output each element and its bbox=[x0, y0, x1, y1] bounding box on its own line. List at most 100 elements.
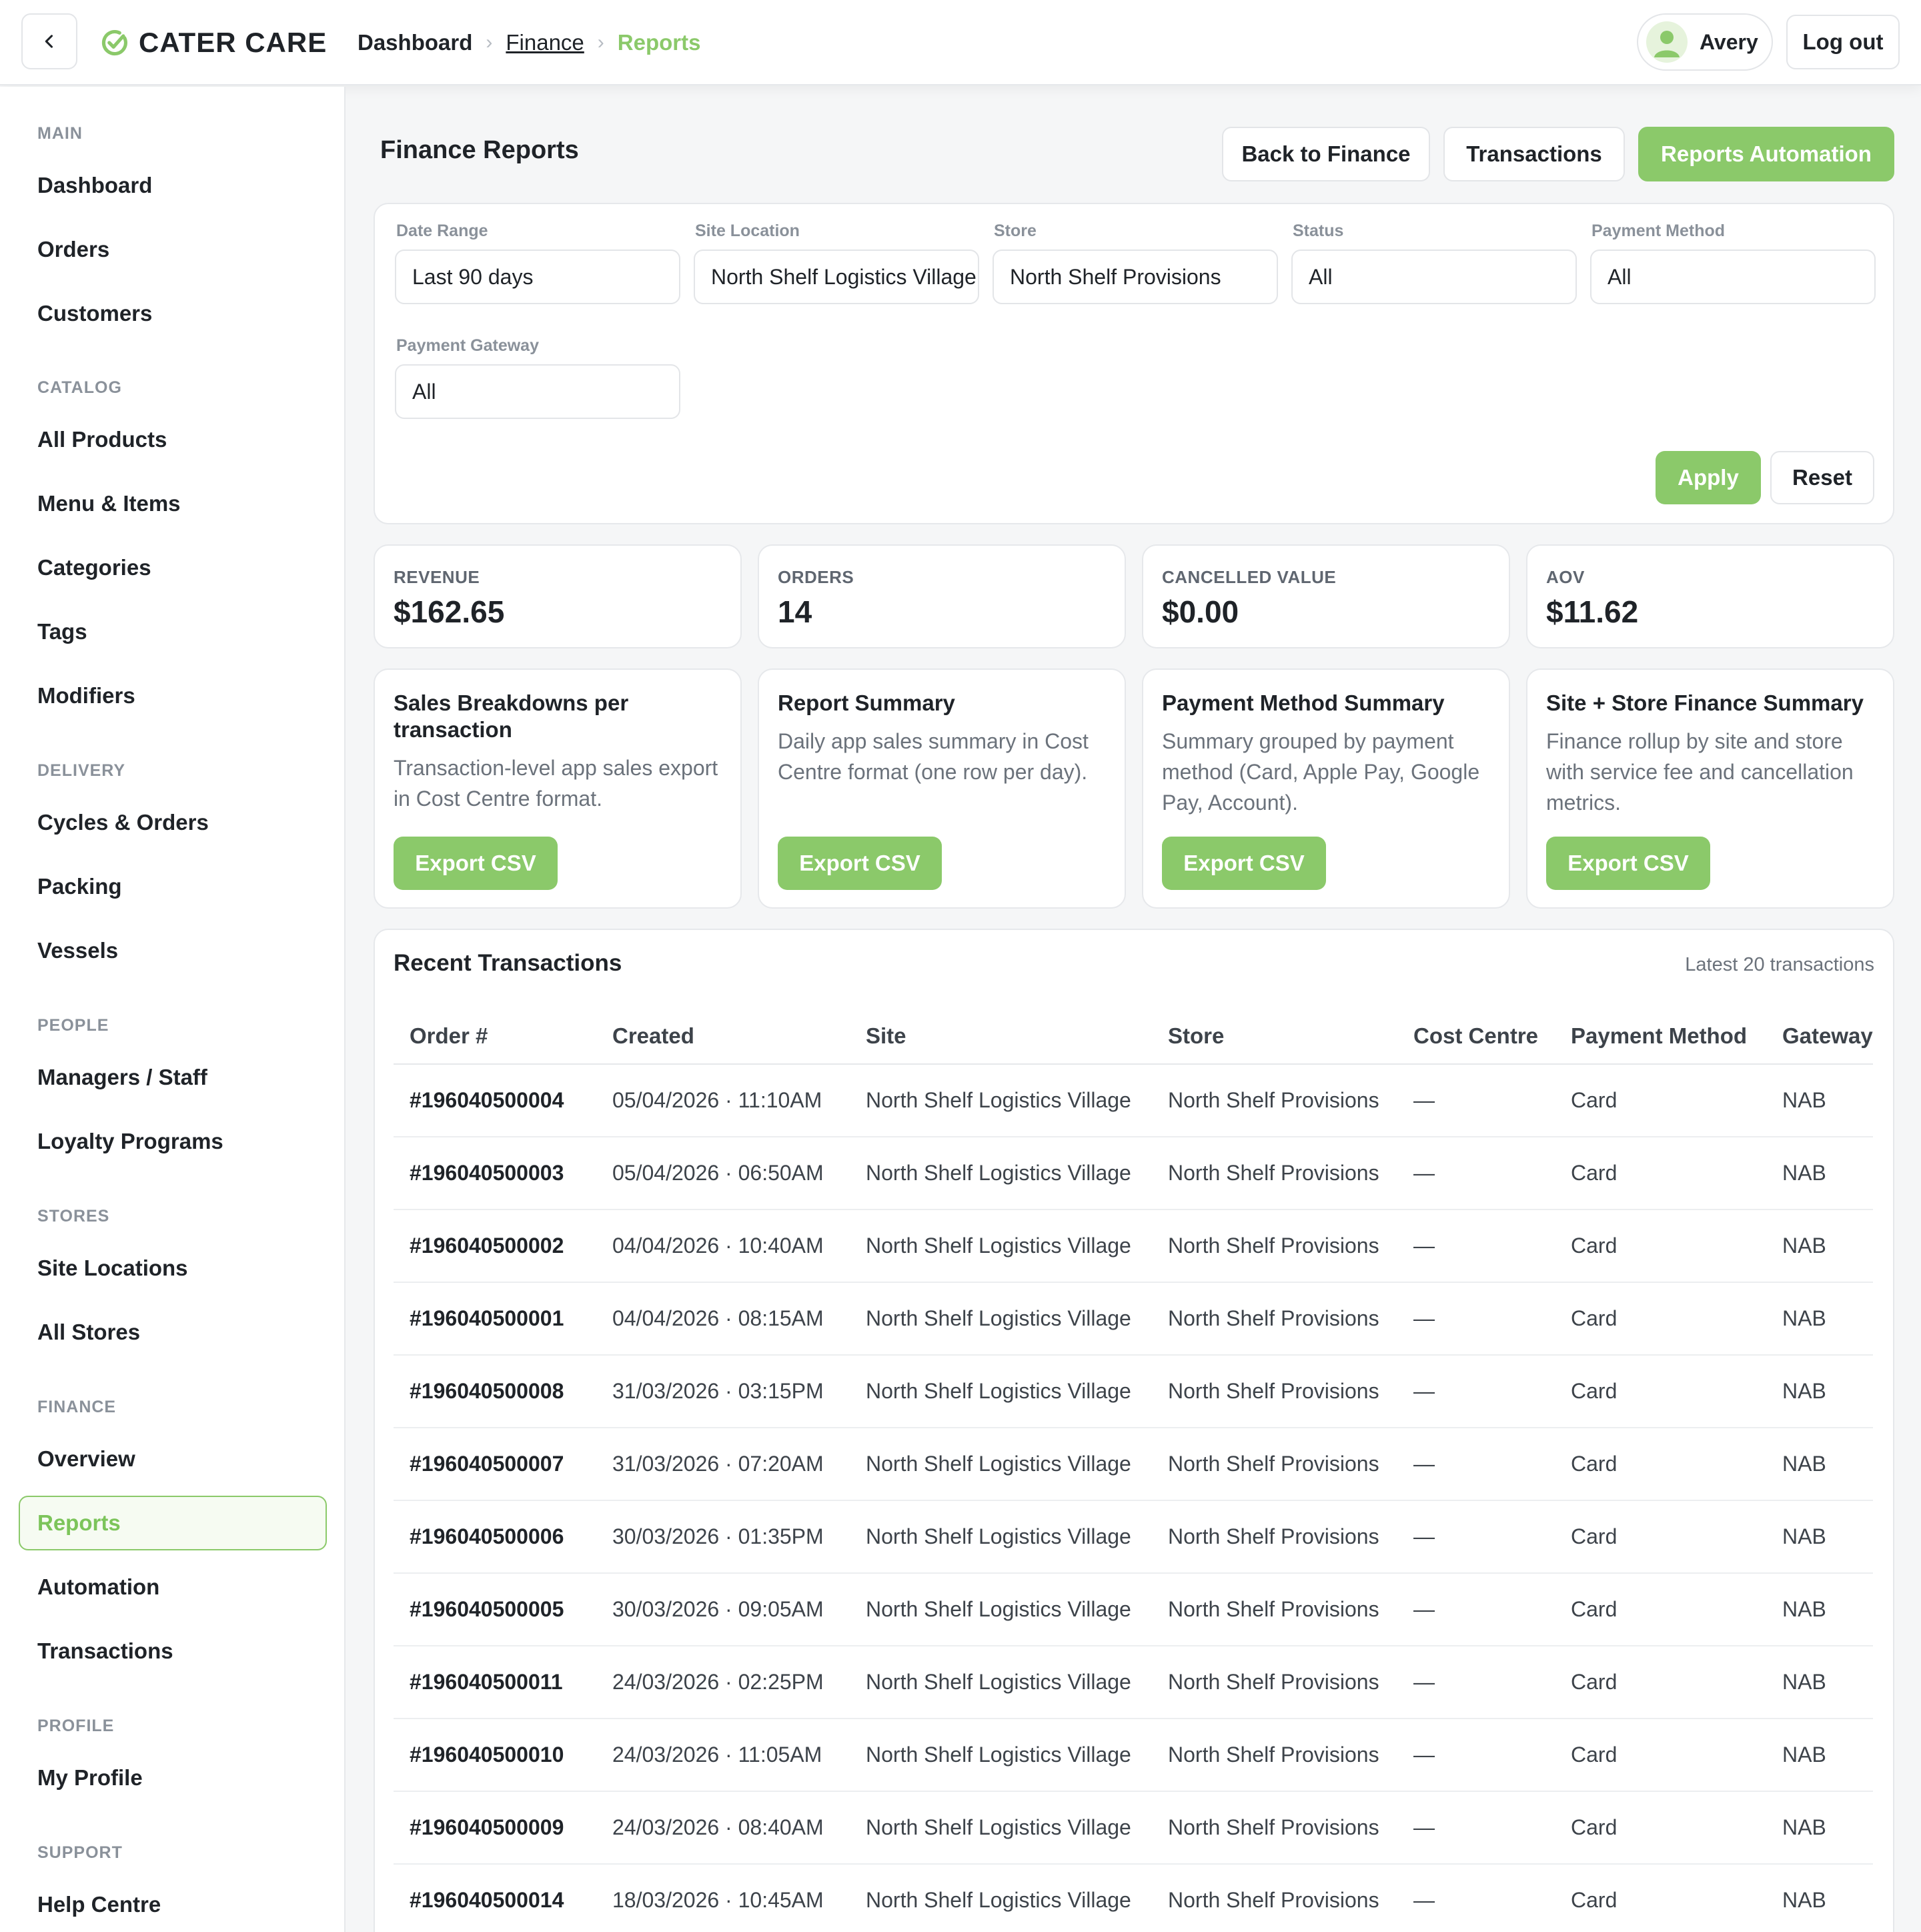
export-csv-button[interactable]: Export CSV bbox=[1162, 837, 1326, 890]
chevron-left-icon bbox=[45, 35, 53, 48]
apply-button[interactable]: Apply bbox=[1656, 451, 1761, 504]
gateway-cell: NAB bbox=[1782, 1234, 1826, 1258]
sidebar-item-all-stores[interactable]: All Stores bbox=[19, 1305, 327, 1360]
order-number-cell[interactable]: #196040500011 bbox=[410, 1646, 563, 1718]
sidebar-item-loyalty-programs[interactable]: Loyalty Programs bbox=[19, 1114, 327, 1169]
export-csv-button[interactable]: Export CSV bbox=[778, 837, 942, 890]
sidebar-item-site-locations[interactable]: Site Locations bbox=[19, 1241, 327, 1296]
sidebar-item-reports[interactable]: Reports bbox=[19, 1496, 327, 1550]
store-select[interactable]: North Shelf Provisions bbox=[993, 250, 1278, 304]
sidebar-item-categories[interactable]: Categories bbox=[19, 540, 327, 595]
sidebar-item-managers-staff[interactable]: Managers / Staff bbox=[19, 1050, 327, 1105]
gateway-cell: NAB bbox=[1782, 1670, 1826, 1694]
table-row[interactable]: #196040500007 31/03/2026 · 07:20AM North S… bbox=[394, 1428, 1873, 1501]
user-menu[interactable]: Avery bbox=[1637, 13, 1773, 71]
sidebar-item-dashboard[interactable]: Dashboard bbox=[19, 158, 327, 213]
gateway-cell: NAB bbox=[1782, 1597, 1826, 1621]
order-number-cell[interactable]: #196040500001 bbox=[410, 1283, 564, 1354]
table-row[interactable]: #196040500006 30/03/2026 · 01:35PM North S… bbox=[394, 1501, 1873, 1574]
order-number-cell[interactable]: #196040500006 bbox=[410, 1501, 564, 1572]
report-title: Payment Method Summary bbox=[1162, 690, 1445, 715]
sidebar-item-my-profile[interactable]: My Profile bbox=[19, 1751, 327, 1805]
date-range-label: Date Range bbox=[396, 221, 488, 240]
table-row[interactable]: #196040500011 24/03/2026 · 02:25PM North S… bbox=[394, 1646, 1873, 1719]
cost-centre-cell: — bbox=[1413, 1743, 1435, 1767]
payment-gateway-select[interactable]: All bbox=[395, 364, 680, 419]
payment-method-select[interactable]: All bbox=[1590, 250, 1876, 304]
breadcrumb-dashboard[interactable]: Dashboard bbox=[358, 30, 472, 55]
store-cell: North Shelf Provisions bbox=[1168, 1234, 1379, 1258]
order-number-cell[interactable]: #196040500004 bbox=[410, 1065, 564, 1136]
payment-method-cell: Card bbox=[1571, 1088, 1618, 1112]
column-header-gateway[interactable]: Gateway bbox=[1782, 1023, 1873, 1049]
gateway-cell: NAB bbox=[1782, 1379, 1826, 1403]
nav-section-profile: PROFILE bbox=[37, 1717, 115, 1735]
top-bar: CATER CARE Dashboard › Finance › Reports… bbox=[0, 0, 1921, 85]
page-title: Finance Reports bbox=[380, 136, 579, 164]
transactions-button[interactable]: Transactions bbox=[1443, 127, 1625, 181]
order-number-cell[interactable]: #196040500002 bbox=[410, 1210, 564, 1282]
sidebar-item-tags[interactable]: Tags bbox=[19, 604, 327, 659]
reports-automation-button[interactable]: Reports Automation bbox=[1638, 127, 1894, 181]
table-row[interactable]: #196040500010 24/03/2026 · 11:05AM North S… bbox=[394, 1719, 1873, 1792]
back-button[interactable] bbox=[21, 13, 77, 69]
status-select[interactable]: All bbox=[1291, 250, 1577, 304]
table-row[interactable]: #196040500005 30/03/2026 · 09:05AM North S… bbox=[394, 1574, 1873, 1646]
cost-centre-cell: — bbox=[1413, 1524, 1435, 1548]
column-header-site[interactable]: Site bbox=[866, 1023, 906, 1049]
table-row[interactable]: #196040500009 24/03/2026 · 08:40AM North S… bbox=[394, 1792, 1873, 1865]
nav-section-finance: FINANCE bbox=[37, 1398, 117, 1416]
order-number-cell[interactable]: #196040500010 bbox=[410, 1719, 564, 1791]
reset-button[interactable]: Reset bbox=[1770, 451, 1874, 504]
back-to-finance-button[interactable]: Back to Finance bbox=[1222, 127, 1430, 181]
table-row[interactable]: #196040500003 05/04/2026 · 06:50AM North S… bbox=[394, 1137, 1873, 1210]
sidebar-item-customers[interactable]: Customers bbox=[19, 286, 327, 341]
store-cell: North Shelf Provisions bbox=[1168, 1452, 1379, 1476]
order-number-cell[interactable]: #196040500007 bbox=[410, 1428, 564, 1500]
sidebar-item-menu-items[interactable]: Menu & Items bbox=[19, 476, 327, 531]
app-logo[interactable]: CATER CARE bbox=[100, 24, 327, 61]
site-location-select[interactable]: North Shelf Logistics Village bbox=[694, 250, 979, 304]
table-row[interactable]: #196040500004 05/04/2026 · 11:10AM North S… bbox=[394, 1065, 1873, 1137]
column-header-payment-method[interactable]: Payment Method bbox=[1571, 1023, 1747, 1049]
breadcrumb-finance[interactable]: Finance bbox=[506, 30, 584, 55]
sidebar-item-overview[interactable]: Overview bbox=[19, 1432, 327, 1486]
gateway-cell: NAB bbox=[1782, 1815, 1826, 1839]
column-header-store[interactable]: Store bbox=[1168, 1023, 1224, 1049]
column-header-created[interactable]: Created bbox=[612, 1023, 694, 1049]
report-card-site-store-finance-summary: Site + Store Finance Summary Finance rol… bbox=[1526, 668, 1894, 909]
column-header-cost-centre[interactable]: Cost Centre bbox=[1413, 1023, 1538, 1049]
sidebar-item-vessels[interactable]: Vessels bbox=[19, 923, 327, 978]
cost-centre-cell: — bbox=[1413, 1088, 1435, 1112]
sidebar-item-modifiers[interactable]: Modifiers bbox=[19, 668, 327, 723]
order-number-cell[interactable]: #196040500008 bbox=[410, 1356, 564, 1427]
sidebar-item-transactions[interactable]: Transactions bbox=[19, 1624, 327, 1678]
site-cell: North Shelf Logistics Village bbox=[866, 1379, 1131, 1403]
sidebar-item-orders[interactable]: Orders bbox=[19, 222, 327, 277]
order-number-cell[interactable]: #196040500003 bbox=[410, 1137, 564, 1209]
order-number-cell[interactable]: #196040500014 bbox=[410, 1865, 564, 1932]
order-number-cell[interactable]: #196040500005 bbox=[410, 1574, 564, 1645]
order-number-cell[interactable]: #196040500009 bbox=[410, 1792, 564, 1863]
sidebar-item-cycles-orders[interactable]: Cycles & Orders bbox=[19, 795, 327, 850]
export-csv-button[interactable]: Export CSV bbox=[394, 837, 558, 890]
sidebar-item-packing[interactable]: Packing bbox=[19, 859, 327, 914]
table-row[interactable]: #196040500001 04/04/2026 · 08:15AM North S… bbox=[394, 1283, 1873, 1356]
stat-label: ORDERS bbox=[778, 567, 854, 587]
store-cell: North Shelf Provisions bbox=[1168, 1670, 1379, 1694]
nav-section-main: MAIN bbox=[37, 124, 83, 143]
table-row[interactable]: #196040500002 04/04/2026 · 10:40AM North S… bbox=[394, 1210, 1873, 1283]
store-cell: North Shelf Provisions bbox=[1168, 1379, 1379, 1403]
sidebar-item-help-centre[interactable]: Help Centre bbox=[19, 1877, 327, 1932]
date-range-select[interactable]: Last 90 days bbox=[395, 250, 680, 304]
sidebar-item-automation[interactable]: Automation bbox=[19, 1560, 327, 1614]
sidebar-item-all-products[interactable]: All Products bbox=[19, 412, 327, 467]
table-row[interactable]: #196040500014 18/03/2026 · 10:45AM North S… bbox=[394, 1865, 1873, 1932]
column-header-order[interactable]: Order # bbox=[410, 1023, 488, 1049]
logout-button[interactable]: Log out bbox=[1786, 15, 1900, 69]
export-csv-button[interactable]: Export CSV bbox=[1546, 837, 1710, 890]
created-cell: 30/03/2026 · 01:35PM bbox=[612, 1524, 824, 1548]
report-title: Sales Breakdowns per transaction bbox=[394, 690, 629, 742]
status-label: Status bbox=[1293, 221, 1344, 240]
table-row[interactable]: #196040500008 31/03/2026 · 03:15PM North S… bbox=[394, 1356, 1873, 1428]
